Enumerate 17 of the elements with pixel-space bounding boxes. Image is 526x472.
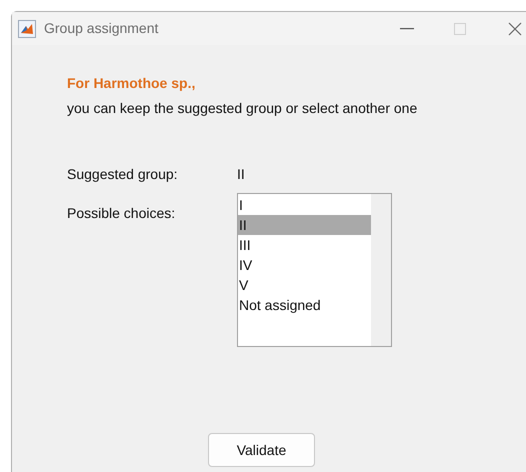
instruction-text: you can keep the suggested group or select another one [67,99,418,118]
app-logo-icon [18,20,36,38]
list-item[interactable]: II [238,215,371,235]
list-item[interactable]: IV [238,255,371,275]
validate-button[interactable]: Validate [208,433,315,467]
list-item[interactable]: I [238,195,371,215]
scrollbar[interactable] [371,194,391,346]
window-title: Group assignment [44,19,158,38]
list-item[interactable]: V [238,275,371,295]
close-icon[interactable] [508,22,522,36]
species-heading: For Harmothoe sp., [67,74,196,93]
possible-choices-label: Possible choices: [67,204,176,223]
suggested-group-label: Suggested group: [67,165,179,184]
minimize-icon[interactable] [400,28,414,30]
suggested-group-value: II [237,165,245,184]
list-item[interactable]: Not assigned [238,295,371,315]
list-item[interactable]: III [238,235,371,255]
